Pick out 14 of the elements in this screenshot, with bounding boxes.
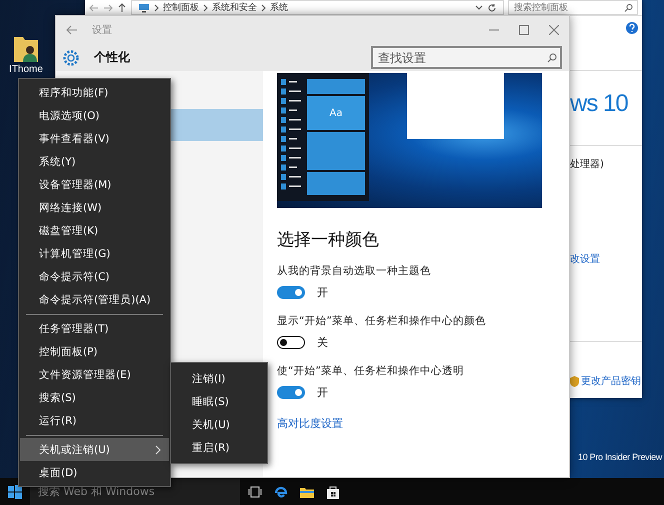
toggle-state: 关	[317, 335, 328, 350]
window-title: 设置	[92, 24, 112, 37]
option-label: 显示“开始”菜单、任务栏和操作中心的颜色	[277, 314, 487, 328]
option-label: 从我的背景自动选取一种主题色	[277, 264, 432, 278]
page-title: 个性化	[94, 49, 130, 66]
edition-text: 10 Pro Insider Preview	[578, 452, 662, 462]
option-label: 使“开始”菜单、任务栏和操作中心透明	[277, 364, 465, 378]
icon-label: IThome	[9, 64, 43, 75]
section-title: 选择一种颜色	[277, 229, 380, 251]
windows-logo-text: ws 10	[570, 89, 629, 119]
processor-text: 处理器)	[570, 158, 605, 171]
toggle-state: 开	[317, 385, 328, 400]
toggle-state: 开	[317, 285, 328, 300]
preview-tile: Aa	[307, 96, 365, 130]
